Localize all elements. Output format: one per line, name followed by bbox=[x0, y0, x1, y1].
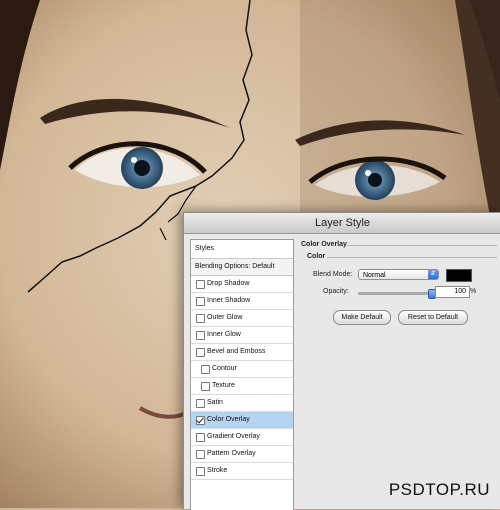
effect-item-color-overlay[interactable]: Color Overlay bbox=[191, 412, 293, 429]
effect-item-inner-shadow[interactable]: Inner Shadow bbox=[191, 293, 293, 310]
effect-checkbox[interactable] bbox=[196, 331, 205, 340]
effect-label: Contour bbox=[212, 365, 237, 372]
effect-label: Outer Glow bbox=[207, 314, 243, 321]
group-title: Color bbox=[307, 253, 326, 260]
effects-list: Drop Shadow Inner Shadow Outer Glow Inner G… bbox=[191, 276, 293, 480]
effect-checkbox[interactable] bbox=[196, 399, 205, 408]
blending-options-item[interactable]: Blending Options: Default bbox=[191, 259, 293, 276]
reset-to-default-button[interactable]: Reset to Default bbox=[398, 310, 468, 325]
dialog-title: Layer Style bbox=[184, 213, 500, 234]
effect-item-stroke[interactable]: Stroke bbox=[191, 463, 293, 480]
effect-label: Pattern Overlay bbox=[207, 450, 256, 457]
blend-mode-select[interactable]: Normal ⇵ bbox=[358, 269, 439, 280]
effect-checkbox[interactable] bbox=[201, 382, 210, 391]
effect-item-outer-glow[interactable]: Outer Glow bbox=[191, 310, 293, 327]
effect-item-satin[interactable]: Satin bbox=[191, 395, 293, 412]
effect-item-contour[interactable]: Contour bbox=[191, 361, 293, 378]
effect-checkbox[interactable] bbox=[196, 467, 205, 476]
effect-checkbox[interactable] bbox=[196, 450, 205, 459]
section-divider bbox=[347, 245, 497, 246]
effect-checkbox[interactable] bbox=[196, 348, 205, 357]
effect-label: Stroke bbox=[207, 467, 228, 474]
effect-label: Inner Glow bbox=[207, 331, 241, 338]
effect-label: Color Overlay bbox=[207, 416, 250, 423]
effect-checkbox[interactable] bbox=[196, 297, 205, 306]
effect-checkbox[interactable] bbox=[196, 416, 205, 425]
layer-style-dialog: Layer Style Styles Blending Options: Def… bbox=[183, 212, 500, 510]
effect-item-inner-glow[interactable]: Inner Glow bbox=[191, 327, 293, 344]
effect-label: Drop Shadow bbox=[207, 280, 250, 287]
effect-label: Bevel and Emboss bbox=[207, 348, 266, 355]
styles-header[interactable]: Styles bbox=[191, 240, 293, 259]
effect-item-drop-shadow[interactable]: Drop Shadow bbox=[191, 276, 293, 293]
effect-label: Satin bbox=[207, 399, 223, 406]
effect-checkbox[interactable] bbox=[196, 314, 205, 323]
opacity-unit: % bbox=[470, 288, 477, 295]
watermark-text: PSDTOP.RU bbox=[388, 480, 490, 499]
section-title: Color Overlay bbox=[301, 241, 347, 248]
overlay-color-swatch[interactable] bbox=[446, 269, 472, 282]
effect-item-texture[interactable]: Texture bbox=[191, 378, 293, 395]
opacity-slider[interactable] bbox=[358, 289, 436, 299]
group-divider bbox=[327, 257, 497, 258]
effect-checkbox[interactable] bbox=[201, 365, 210, 374]
select-arrows-icon: ⇵ bbox=[428, 270, 438, 279]
blend-mode-label: Blend Mode: bbox=[313, 271, 353, 278]
effect-item-bevel-and-emboss[interactable]: Bevel and Emboss bbox=[191, 344, 293, 361]
color-overlay-panel: Color Overlay Color Blend Mode: Normal ⇵… bbox=[299, 239, 500, 509]
styles-list: Styles Blending Options: Default Drop Sh… bbox=[190, 239, 294, 510]
opacity-label: Opacity: bbox=[323, 288, 349, 295]
blend-mode-value: Normal bbox=[363, 272, 386, 279]
effect-item-gradient-overlay[interactable]: Gradient Overlay bbox=[191, 429, 293, 446]
opacity-input[interactable]: 100 bbox=[435, 286, 470, 298]
effect-checkbox[interactable] bbox=[196, 433, 205, 442]
make-default-button[interactable]: Make Default bbox=[333, 310, 391, 325]
effect-checkbox[interactable] bbox=[196, 280, 205, 289]
effect-label: Gradient Overlay bbox=[207, 433, 260, 440]
effect-item-pattern-overlay[interactable]: Pattern Overlay bbox=[191, 446, 293, 463]
effect-label: Texture bbox=[212, 382, 235, 389]
effect-label: Inner Shadow bbox=[207, 297, 251, 304]
